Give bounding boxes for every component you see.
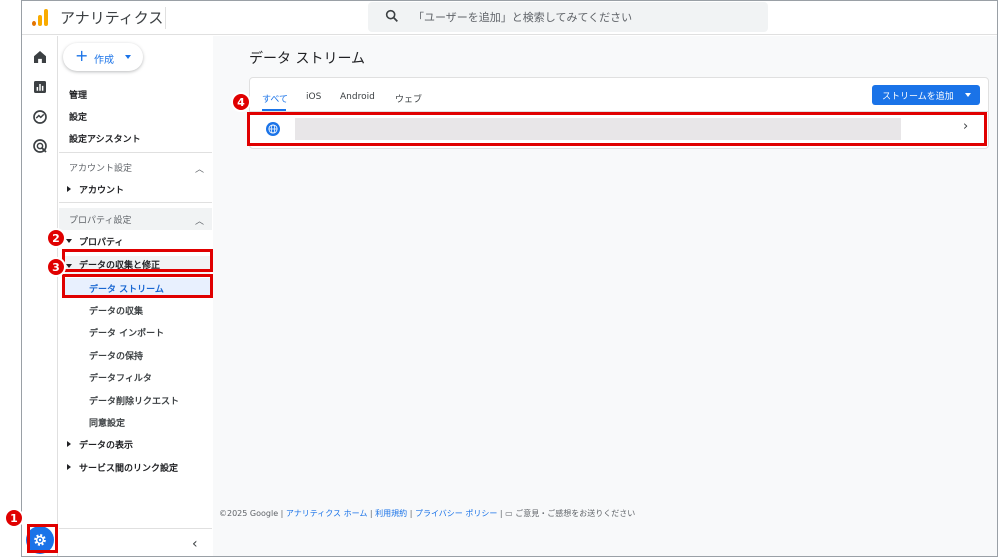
advertising-icon[interactable] — [31, 137, 49, 155]
chevron-up-icon: ︿ — [195, 165, 205, 175]
account-settings-section[interactable]: アカウント設定 ︿ — [59, 156, 212, 178]
create-button[interactable]: + 作成 — [63, 43, 143, 71]
expand-icon — [67, 186, 71, 192]
tab-android[interactable]: Android — [340, 92, 375, 102]
divider — [165, 7, 166, 29]
tab-all[interactable]: すべて — [262, 92, 288, 105]
add-stream-label: ストリームを追加 — [882, 92, 954, 102]
tab-ios[interactable]: iOS — [306, 92, 321, 102]
analytics-logo-icon[interactable] — [32, 8, 50, 26]
nav-item-settings[interactable]: 設定 — [69, 110, 87, 123]
nav-item-property[interactable]: プロパティ — [79, 235, 123, 248]
nav-item-consent-settings[interactable]: 同意設定 — [89, 416, 125, 429]
annotation-badge-4: 4 — [231, 92, 251, 112]
expand-icon — [67, 441, 71, 447]
home-icon[interactable] — [31, 48, 49, 66]
collapse-nav-chevron-left-icon[interactable]: ‹ — [192, 536, 198, 552]
tab-web[interactable]: ウェブ — [395, 92, 422, 105]
divider — [59, 528, 212, 529]
nav-item-setup-assistant[interactable]: 設定アシスタント — [69, 132, 141, 145]
footer-link-privacy[interactable]: プライバシー ポリシー — [415, 509, 497, 518]
divider — [59, 152, 212, 153]
search-icon — [385, 9, 398, 22]
app-title: アナリティクス — [60, 9, 164, 27]
footer-link-analytics-home[interactable]: アナリティクス ホーム — [286, 509, 367, 518]
nav-item-data-collection-sub[interactable]: データの収集 — [89, 304, 143, 317]
nav-item-data-import[interactable]: データ インポート — [89, 326, 164, 339]
footer-feedback[interactable]: ご意見・ご感想をお送りください — [515, 509, 635, 518]
property-settings-section[interactable]: プロパティ設定 ︿ — [59, 208, 212, 230]
nav-item-data-display[interactable]: データの表示 — [79, 438, 133, 451]
collapse-icon — [66, 239, 72, 243]
feedback-icon[interactable]: ▭ — [505, 509, 513, 518]
annotation-box-4 — [247, 112, 987, 146]
top-bar: アナリティクス 「ユーザーを追加」と検索してみてください — [22, 1, 997, 35]
section-label: アカウント設定 — [69, 164, 133, 174]
create-button-label: 作成 — [94, 55, 114, 66]
section-label: プロパティ設定 — [69, 216, 132, 226]
annotation-box-3 — [62, 274, 213, 298]
annotation-box-1 — [27, 524, 58, 553]
nav-item-data-filters[interactable]: データフィルタ — [89, 371, 152, 384]
search-bar[interactable]: 「ユーザーを追加」と検索してみてください — [368, 2, 768, 32]
separator: | — [499, 509, 503, 518]
chevron-down-icon — [125, 55, 131, 59]
chevron-up-icon: ︿ — [195, 217, 205, 227]
expand-icon — [67, 464, 71, 470]
explore-icon[interactable] — [31, 108, 49, 126]
add-stream-button[interactable]: ストリームを追加 — [872, 85, 980, 105]
divider — [59, 202, 212, 203]
reports-icon[interactable] — [31, 78, 49, 96]
nav-item-data-retention[interactable]: データの保持 — [89, 349, 143, 362]
page-title: データ ストリーム — [249, 51, 366, 67]
annotation-box-2 — [62, 249, 213, 272]
separator: | — [409, 509, 413, 518]
plus-icon: + — [75, 46, 89, 65]
separator: | — [280, 509, 284, 518]
search-placeholder: 「ユーザーを追加」と検索してみてください — [413, 11, 633, 24]
nav-item-service-links[interactable]: サービス間のリンク設定 — [79, 461, 178, 474]
nav-item-admin[interactable]: 管理 — [69, 88, 87, 101]
chevron-down-icon — [965, 93, 971, 97]
annotation-badge-3: 3 — [46, 257, 66, 277]
footer: ©2025 Google | アナリティクス ホーム | 利用規約 | プライバ… — [219, 508, 635, 519]
nav-item-account[interactable]: アカウント — [79, 183, 124, 196]
annotation-badge-1: 1 — [4, 508, 24, 528]
left-rail — [22, 36, 58, 556]
copyright: ©2025 Google — [219, 509, 279, 518]
nav-item-data-deletion[interactable]: データ削除リクエスト — [89, 394, 179, 407]
footer-link-terms[interactable]: 利用規約 — [375, 509, 407, 518]
annotation-badge-2: 2 — [46, 228, 66, 248]
separator: | — [369, 509, 373, 518]
